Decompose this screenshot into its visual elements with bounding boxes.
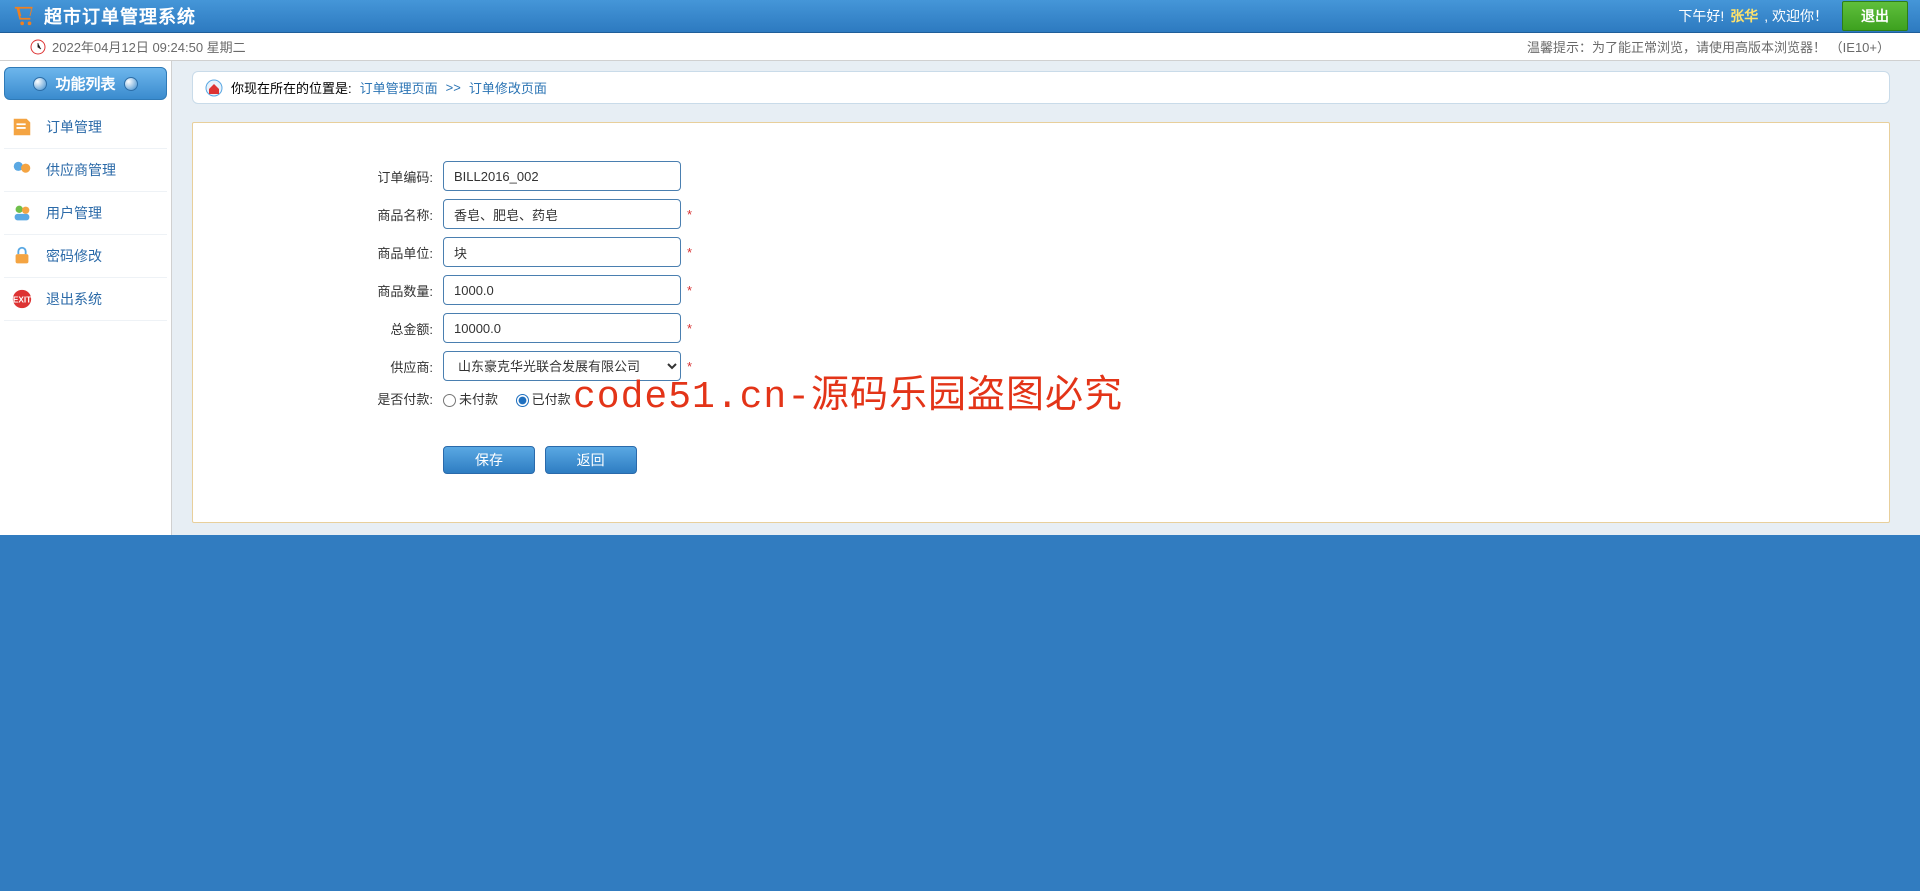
- header-right: 下午好! 张华 , 欢迎你！ 退出: [1678, 1, 1908, 31]
- row-order-code: 订单编码:: [353, 161, 692, 191]
- sidebar-item-label: 用户管理: [46, 203, 102, 223]
- radio-unpaid-label[interactable]: 未付款: [443, 392, 498, 407]
- welcome-text: , 欢迎你！: [1764, 6, 1828, 26]
- radio-paid-text: 已付款: [532, 392, 571, 407]
- label-product-qty: 商品数量:: [353, 275, 443, 305]
- row-paid: 是否付款: 未付款 已付款: [353, 389, 692, 408]
- row-supplier: 供应商: 山东豪克华光联合发展有限公司 *: [353, 351, 692, 381]
- breadcrumb-prefix: 你现在所在的位置是:: [231, 78, 352, 97]
- header-left: 超市订单管理系统: [12, 3, 196, 29]
- breadcrumb: 你现在所在的位置是: 订单管理页面 >> 订单修改页面: [192, 71, 1890, 104]
- save-button[interactable]: 保存: [443, 446, 535, 474]
- select-supplier[interactable]: 山东豪克华光联合发展有限公司: [443, 351, 681, 381]
- sidebar-item-label: 密码修改: [46, 246, 102, 266]
- lock-icon: [10, 245, 34, 267]
- username: 张华: [1730, 6, 1758, 26]
- input-product-qty[interactable]: [443, 275, 681, 305]
- label-product-name: 商品名称:: [353, 199, 443, 229]
- sidebar-item-label: 退出系统: [46, 289, 102, 309]
- sidebar-heading-label: 功能列表: [55, 73, 115, 94]
- input-order-code[interactable]: [443, 161, 681, 191]
- sidebar-item-label: 订单管理: [46, 117, 102, 137]
- users-icon: [10, 202, 34, 224]
- required-mark: *: [681, 275, 692, 305]
- exit-icon: EXIT: [10, 288, 34, 310]
- row-product-name: 商品名称: *: [353, 199, 692, 229]
- main: 功能列表 订单管理 供应商管理 用户管理: [0, 61, 1920, 535]
- button-row: 保存 返回: [353, 416, 692, 474]
- row-product-unit: 商品单位: *: [353, 237, 692, 267]
- required-mark: *: [681, 313, 692, 343]
- order-icon: [10, 116, 34, 138]
- dot-icon: [33, 77, 47, 91]
- radio-paid[interactable]: [516, 394, 529, 407]
- form-panel: 订单编码: 商品名称: * 商品单位: * 商品数量: *: [192, 122, 1890, 523]
- content: 你现在所在的位置是: 订单管理页面 >> 订单修改页面 订单编码: 商品名称: …: [172, 61, 1920, 535]
- breadcrumb-link-orders[interactable]: 订单管理页面: [360, 78, 438, 97]
- header: 超市订单管理系统 下午好! 张华 , 欢迎你！ 退出: [0, 0, 1920, 33]
- datetime-text: 2022年04月12日 09:24:50 星期二: [52, 37, 246, 56]
- sidebar-header: 功能列表: [4, 67, 167, 100]
- radio-unpaid-text: 未付款: [459, 392, 498, 407]
- back-button[interactable]: 返回: [545, 446, 637, 474]
- label-total-amount: 总金额:: [353, 313, 443, 343]
- datetime-wrap: 2022年04月12日 09:24:50 星期二: [30, 37, 246, 56]
- breadcrumb-sep: >>: [446, 80, 461, 95]
- required-mark: *: [681, 237, 692, 267]
- form-table: 订单编码: 商品名称: * 商品单位: * 商品数量: *: [353, 153, 692, 482]
- radio-unpaid[interactable]: [443, 394, 456, 407]
- label-paid: 是否付款:: [353, 389, 443, 408]
- sidebar-item-suppliers[interactable]: 供应商管理: [4, 149, 167, 192]
- breadcrumb-link-edit[interactable]: 订单修改页面: [469, 78, 547, 97]
- label-supplier: 供应商:: [353, 351, 443, 381]
- sidebar-item-users[interactable]: 用户管理: [4, 192, 167, 235]
- subheader: 2022年04月12日 09:24:50 星期二 温馨提示：为了能正常浏览，请使…: [0, 33, 1920, 61]
- sidebar: 功能列表 订单管理 供应商管理 用户管理: [0, 61, 172, 535]
- clock-icon: [30, 39, 46, 55]
- sidebar-item-exit[interactable]: EXIT 退出系统: [4, 278, 167, 321]
- app-title: 超市订单管理系统: [44, 3, 196, 29]
- label-order-code: 订单编码:: [353, 161, 443, 191]
- sidebar-item-orders[interactable]: 订单管理: [4, 106, 167, 149]
- row-product-qty: 商品数量: *: [353, 275, 692, 305]
- sidebar-item-label: 供应商管理: [46, 160, 116, 180]
- sidebar-item-password[interactable]: 密码修改: [4, 235, 167, 278]
- browser-tip: 温馨提示：为了能正常浏览，请使用高版本浏览器！ （IE10+）: [1527, 37, 1890, 56]
- required-mark: *: [681, 351, 692, 381]
- nav-list: 订单管理 供应商管理 用户管理 密码修改: [4, 106, 167, 321]
- dot-icon: [124, 77, 138, 91]
- input-total-amount[interactable]: [443, 313, 681, 343]
- home-icon: [205, 79, 223, 97]
- supplier-icon: [10, 159, 34, 181]
- greeting: 下午好!: [1678, 6, 1724, 26]
- input-product-name[interactable]: [443, 199, 681, 229]
- row-total-amount: 总金额: *: [353, 313, 692, 343]
- logout-button[interactable]: 退出: [1842, 1, 1908, 31]
- svg-text:EXIT: EXIT: [13, 296, 31, 305]
- radio-paid-label[interactable]: 已付款: [516, 392, 571, 407]
- label-product-unit: 商品单位:: [353, 237, 443, 267]
- required-mark: *: [681, 199, 692, 229]
- input-product-unit[interactable]: [443, 237, 681, 267]
- cart-icon: [12, 5, 36, 27]
